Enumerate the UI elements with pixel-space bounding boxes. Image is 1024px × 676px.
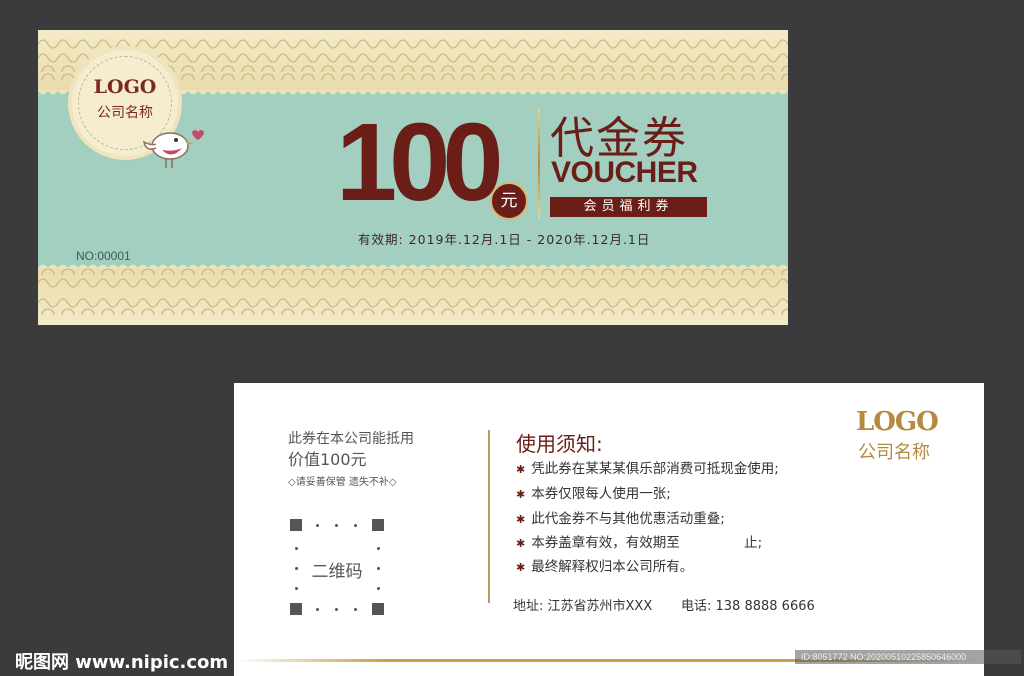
rule-item: ✱ 本券盖章有效，有效期至 止;	[516, 535, 763, 551]
validity-period: 有效期: 2019年.12月.1日 - 2020年.12月.1日	[358, 232, 651, 247]
address: 地址: 江苏省苏州市XXX	[513, 599, 653, 614]
redeem-value: 价值100元	[288, 450, 367, 469]
voucher-front: LOGO 公司名称 NO:00001 100 元 代金券 VOUCHER 会员福…	[38, 30, 788, 325]
voucher-amount: 100	[336, 101, 504, 224]
phone: 电话: 138 8888 6666	[681, 599, 815, 614]
image-id-watermark: ID:8051772 NO:20200510225850646000	[795, 650, 1021, 664]
cloud-pattern-bottom	[38, 268, 788, 316]
logo-text: LOGO	[93, 76, 157, 98]
company-name: 公司名称	[97, 105, 153, 121]
rules-title: 使用须知:	[516, 432, 603, 456]
voucher-back: 此券在本公司能抵用 价值100元 ◇请妥善保管 遗失不补◇ 二维码 使用须知: …	[234, 383, 984, 676]
rule-item: ✱ 凭此券在某某某俱乐部消费可抵现金使用;	[516, 461, 779, 477]
qr-code-placeholder: 二维码	[290, 519, 384, 615]
keep-safe-note: ◇请妥善保管 遗失不补◇	[288, 477, 397, 488]
currency-badge: 元	[490, 182, 528, 220]
back-company-name: 公司名称	[858, 442, 930, 463]
member-tag: 会员福利券	[550, 197, 707, 217]
bottom-pattern-band	[38, 267, 788, 325]
divider	[488, 430, 490, 603]
rule-item: ✱ 此代金券不与其他优惠活动重叠;	[516, 511, 725, 527]
divider	[538, 108, 540, 218]
rule-item: ✱ 最终解释权归本公司所有。	[516, 559, 694, 575]
rule-item: ✱ 本券仅限每人使用一张;	[516, 486, 671, 502]
redeem-note: 此券在本公司能抵用	[288, 431, 414, 447]
voucher-title-en: VOUCHER	[551, 156, 698, 189]
serial-number: NO:00001	[76, 249, 131, 263]
back-logo: LOGO	[856, 407, 939, 437]
site-watermark: 昵图网 www.nipic.com	[15, 652, 229, 673]
qr-label: 二维码	[311, 562, 363, 582]
bird-icon	[142, 130, 204, 168]
scallop-edge-bottom	[38, 261, 788, 269]
